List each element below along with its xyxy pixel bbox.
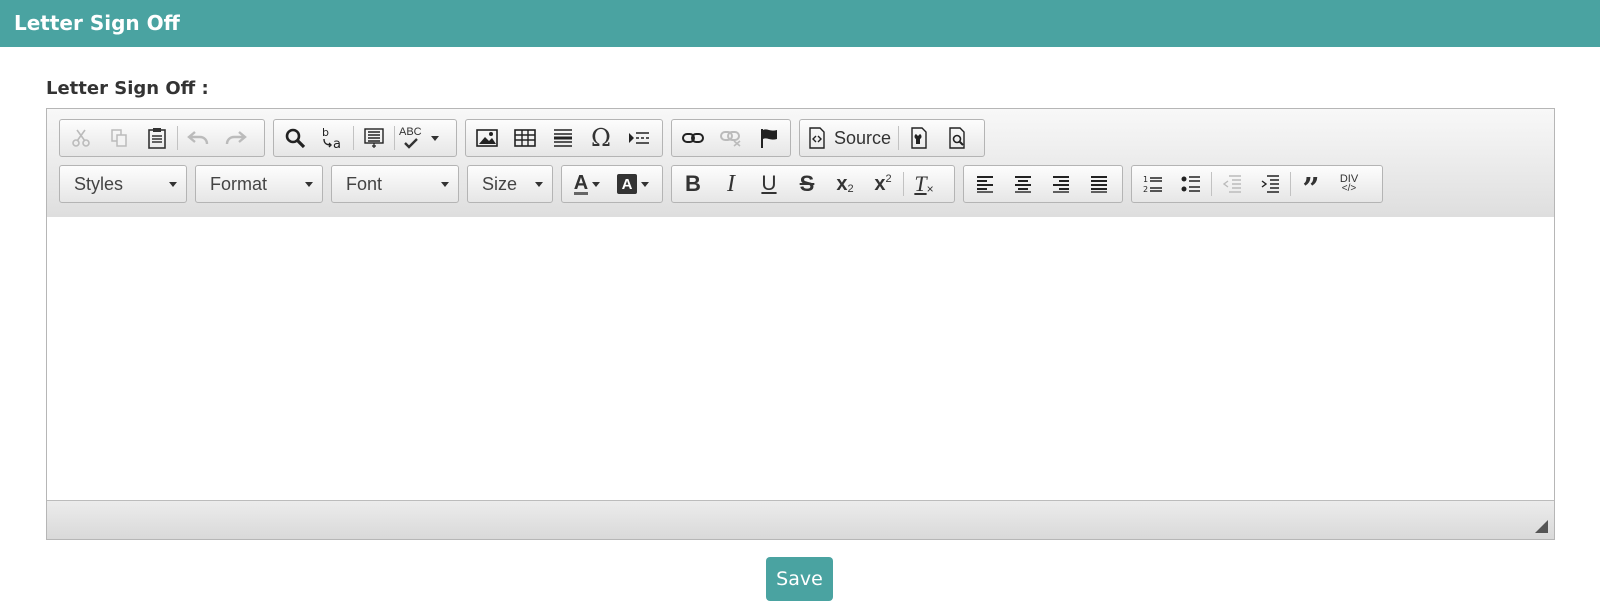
background-color-icon: A — [617, 174, 637, 194]
chevron-down-icon — [535, 182, 543, 187]
strikethrough-icon[interactable]: S — [788, 167, 826, 201]
link-icon[interactable] — [674, 121, 712, 155]
font-dropdown[interactable]: Font — [331, 165, 459, 203]
redo-icon[interactable] — [217, 121, 255, 155]
toolbar-separator — [1211, 172, 1212, 196]
chevron-down-icon — [169, 182, 177, 187]
editor-toolbar: ba ABC Ω Source Styles Format Font Size … — [47, 109, 1554, 218]
copy-icon[interactable] — [100, 121, 138, 155]
size-dropdown[interactable]: Size — [467, 165, 553, 203]
blockquote-icon[interactable]: ” — [1292, 167, 1330, 207]
svg-text:b: b — [322, 126, 329, 139]
replace-icon[interactable]: ba — [314, 121, 352, 155]
page-title: Letter Sign Off — [14, 11, 180, 35]
undo-icon[interactable] — [179, 121, 217, 155]
colors-group: A A — [561, 165, 663, 203]
bulleted-list-icon[interactable] — [1172, 167, 1210, 201]
paste-icon[interactable] — [138, 121, 176, 155]
align-center-icon[interactable] — [1004, 167, 1042, 201]
image-icon[interactable] — [468, 121, 506, 155]
field-label: Letter Sign Off : — [46, 78, 209, 99]
basic-styles-group: B I U S x2 x2 T × — [671, 165, 955, 203]
paragraph-group: 12 ” DIV </> — [1131, 165, 1383, 207]
unlink-icon[interactable] — [712, 121, 750, 155]
toolbar-separator — [898, 126, 900, 150]
chevron-down-icon — [592, 181, 601, 187]
toolbar-separator — [177, 126, 178, 150]
text-color-button[interactable]: A — [564, 167, 610, 201]
toolbar-separator — [903, 172, 904, 196]
text-color-icon: A — [573, 171, 589, 195]
size-label: Size — [482, 173, 518, 194]
italic-icon[interactable]: I — [712, 167, 750, 201]
source-button[interactable]: Source — [802, 121, 897, 155]
editor-status-bar — [47, 500, 1554, 539]
special-character-icon[interactable]: Ω — [582, 121, 620, 155]
toolbar-separator — [394, 126, 395, 150]
justify-icon[interactable] — [1080, 167, 1118, 201]
format-dropdown[interactable]: Format — [195, 165, 323, 203]
toolbar-separator — [353, 126, 354, 150]
align-right-icon[interactable] — [1042, 167, 1080, 201]
title-bar: Letter Sign Off — [0, 0, 1600, 47]
styles-label: Styles — [74, 173, 124, 194]
editing-group: ba ABC — [273, 119, 457, 157]
anchor-flag-icon[interactable] — [750, 121, 788, 155]
svg-text:1: 1 — [1143, 175, 1148, 184]
chevron-down-icon — [305, 182, 313, 187]
source-label: Source — [834, 127, 892, 148]
font-label: Font — [346, 173, 383, 194]
save-button[interactable]: Save — [766, 557, 833, 601]
editor-content[interactable] — [47, 217, 1554, 494]
svg-text:a: a — [333, 137, 341, 150]
templates-icon[interactable] — [900, 121, 938, 155]
page-break-icon[interactable] — [620, 121, 658, 155]
insert-group: Ω — [465, 119, 663, 157]
chevron-down-icon — [431, 135, 439, 141]
subscript-icon[interactable]: x2 — [826, 167, 864, 201]
spellcheck-button[interactable]: ABC — [396, 121, 442, 155]
decrease-indent-icon[interactable] — [1213, 167, 1251, 201]
align-left-icon[interactable] — [966, 167, 1004, 201]
styles-dropdown[interactable]: Styles — [59, 165, 187, 203]
svg-text:2: 2 — [1143, 185, 1148, 194]
horizontal-line-icon[interactable] — [544, 121, 582, 155]
select-all-icon[interactable] — [355, 121, 393, 155]
chevron-down-icon — [641, 181, 649, 187]
bold-icon[interactable]: B — [674, 167, 712, 201]
format-label: Format — [210, 173, 268, 194]
chevron-down-icon — [441, 182, 449, 187]
rich-text-editor: ba ABC Ω Source Styles Format Font Size … — [46, 108, 1555, 540]
code-brackets-icon: </> — [1341, 183, 1357, 194]
document-group: Source — [799, 119, 985, 157]
table-icon[interactable] — [506, 121, 544, 155]
create-div-button[interactable]: DIV </> — [1330, 167, 1368, 201]
source-icon — [809, 127, 825, 149]
toolbar-separator — [1290, 172, 1291, 196]
clipboard-group — [59, 119, 265, 157]
remove-format-icon[interactable]: T × — [905, 167, 943, 201]
alignment-group — [963, 165, 1123, 203]
background-color-button[interactable]: A — [610, 167, 656, 201]
links-group — [671, 119, 791, 157]
superscript-icon[interactable]: x2 — [864, 167, 902, 201]
cut-icon[interactable] — [62, 121, 100, 155]
resize-handle-icon[interactable] — [1535, 520, 1548, 533]
increase-indent-icon[interactable] — [1251, 167, 1289, 201]
numbered-list-icon[interactable]: 12 — [1134, 167, 1172, 201]
underline-icon[interactable]: U — [750, 167, 788, 201]
preview-icon[interactable] — [938, 121, 976, 155]
find-icon[interactable] — [276, 121, 314, 155]
